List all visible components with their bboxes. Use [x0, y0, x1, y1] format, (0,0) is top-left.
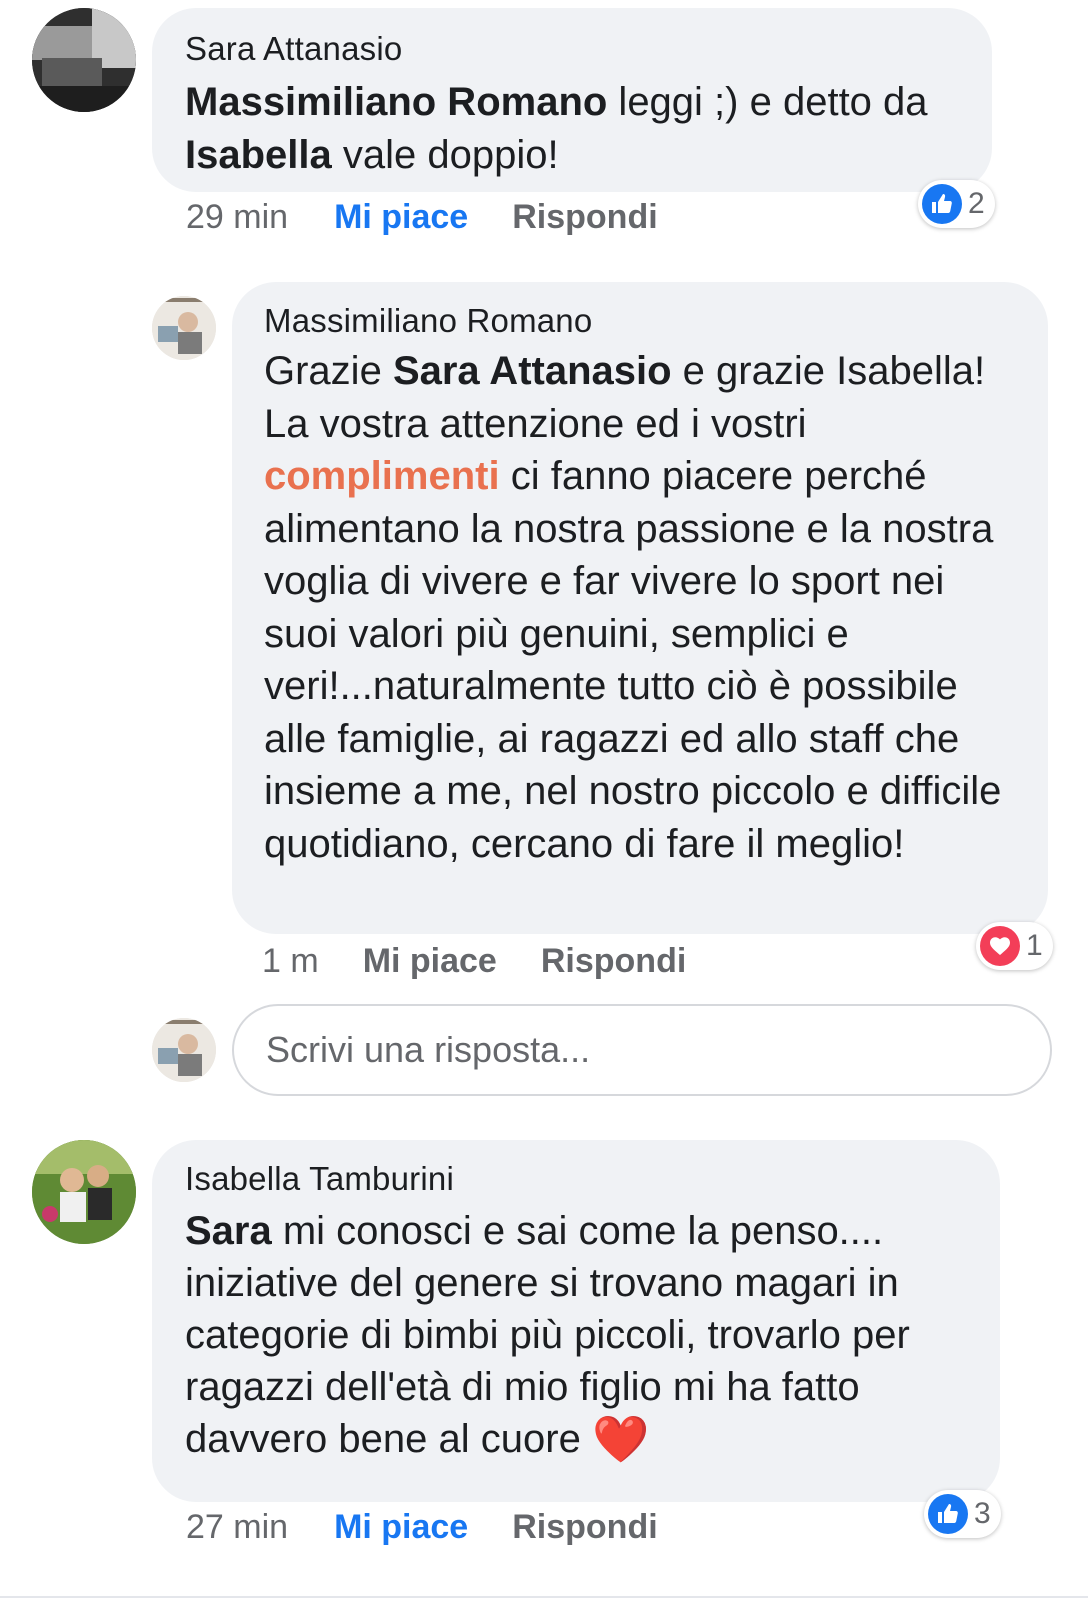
love-reaction-icon — [980, 926, 1020, 966]
comment-author[interactable]: Massimiliano Romano — [264, 302, 1020, 340]
comment-time[interactable]: 1 m — [262, 942, 319, 980]
reaction-summary[interactable]: 2 — [918, 180, 995, 228]
comment-text: Grazie Sara Attanasio e grazie Isabella!… — [264, 349, 1002, 866]
divider — [0, 1596, 1088, 1598]
reaction-summary[interactable]: 3 — [924, 1490, 1001, 1538]
comment-text: Massimiliano Romano leggi ;) e detto da … — [185, 80, 928, 177]
mention-link[interactable]: Sara Attanasio — [393, 349, 672, 393]
reply-input-container[interactable] — [232, 1004, 1052, 1096]
reaction-count: 3 — [974, 1497, 991, 1530]
highlighted-word: complimenti — [264, 454, 500, 498]
mention-link[interactable]: Isabella — [185, 133, 332, 177]
like-button[interactable]: Mi piace — [334, 1508, 468, 1546]
reply-input[interactable] — [264, 1028, 1050, 1072]
comment-time[interactable]: 27 min — [186, 1508, 288, 1546]
avatar-isabella[interactable] — [32, 1140, 136, 1244]
reaction-count: 2 — [968, 187, 985, 220]
comment-meta: 27 min Mi piace Rispondi — [186, 1508, 658, 1547]
reply-button[interactable]: Rispondi — [512, 1508, 657, 1546]
like-button[interactable]: Mi piace — [334, 198, 468, 236]
comment-meta: 1 m Mi piace Rispondi — [262, 942, 686, 981]
comment-meta: 29 min Mi piace Rispondi — [186, 198, 658, 237]
reaction-count: 1 — [1026, 929, 1043, 962]
comment-bubble: Isabella Tamburini Sara mi conosci e sai… — [152, 1140, 1000, 1502]
mention-link[interactable]: Massimiliano Romano — [185, 80, 607, 124]
comment-bubble: Massimiliano Romano Grazie Sara Attanasi… — [232, 282, 1048, 934]
comment-author[interactable]: Isabella Tamburini — [185, 1160, 970, 1198]
comment-author[interactable]: Sara Attanasio — [185, 30, 960, 68]
current-user-avatar — [152, 1018, 216, 1082]
mention-link[interactable]: Sara — [185, 1209, 272, 1253]
reply-button[interactable]: Rispondi — [541, 942, 686, 980]
comment-bubble: Sara Attanasio Massimiliano Romano leggi… — [152, 8, 992, 192]
comment-time[interactable]: 29 min — [186, 198, 288, 236]
like-reaction-icon — [928, 1494, 968, 1534]
reaction-summary[interactable]: 1 — [976, 922, 1053, 970]
like-reaction-icon — [922, 184, 962, 224]
comment-text: Sara mi conosci e sai come la penso.... … — [185, 1209, 910, 1465]
heart-emoji-icon: ❤️ — [591, 1413, 650, 1465]
avatar-massimiliano[interactable] — [152, 296, 216, 360]
reply-button[interactable]: Rispondi — [512, 198, 657, 236]
avatar-sara[interactable] — [32, 8, 136, 112]
like-button[interactable]: Mi piace — [363, 942, 497, 980]
